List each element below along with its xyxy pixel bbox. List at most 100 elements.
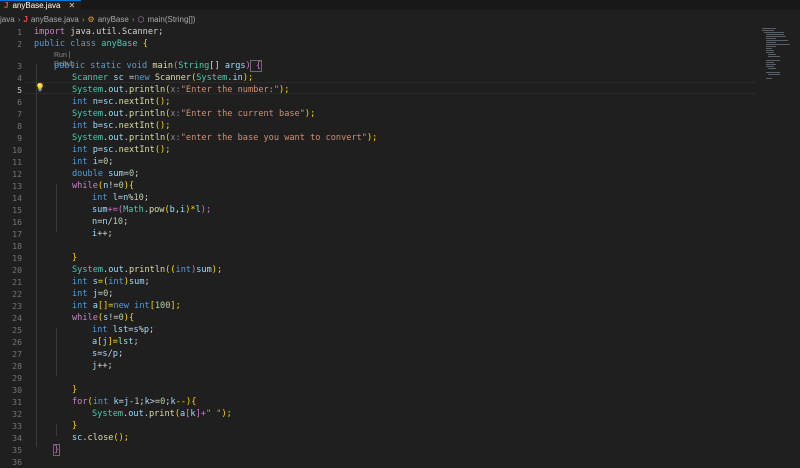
close-icon[interactable]: ✕ — [68, 1, 75, 10]
minimap-line — [766, 42, 776, 43]
minimap-line — [766, 34, 784, 35]
line-number: 7 — [17, 109, 22, 119]
line-number: 23 — [12, 301, 22, 311]
line-number: 13 — [12, 181, 22, 191]
code-line-9: System.out.println(x:"enter the base you… — [72, 133, 378, 143]
line-number: 22 — [12, 289, 22, 299]
code-line-2: public class anyBase { — [34, 39, 148, 49]
line-number: 20 — [12, 265, 22, 275]
java-file-icon: J — [4, 1, 9, 10]
line-number: 12 — [12, 169, 22, 179]
line-number: 32 — [12, 409, 22, 419]
indent-guide — [56, 424, 57, 436]
indent-guide — [36, 64, 37, 447]
code-editor[interactable]: 1 2 3 4 5 6 7 8 9 10 11 12 13 14 15 16 17 18 19 20 21 22 23 24 2… — [0, 26, 760, 467]
minimap-line — [766, 46, 776, 47]
code-line-8: int b=sc.nextInt(); — [72, 121, 171, 131]
code-line-10: int p=sc.nextInt(); — [72, 145, 171, 155]
code-line-21: int s=(int)sum; — [72, 277, 150, 287]
line-number: 2 — [17, 39, 22, 49]
line-number: 24 — [12, 313, 22, 323]
code-line-14: int l=n%10; — [92, 193, 150, 203]
line-number: 8 — [17, 121, 22, 131]
code-line-27: s=s/p; — [92, 349, 124, 359]
chevron-right-icon: › — [131, 14, 135, 24]
breadcrumb-class[interactable]: anyBase — [98, 15, 129, 24]
minimap-line — [766, 64, 776, 65]
minimap-line — [766, 44, 790, 45]
minimap-line — [762, 30, 774, 31]
minimap-line — [768, 74, 780, 75]
minimap-line — [766, 50, 774, 51]
line-number: 15 — [12, 205, 22, 215]
minimap-line — [766, 66, 774, 67]
minimap-line — [766, 40, 788, 41]
line-number: 19 — [12, 253, 22, 263]
breadcrumb-folder[interactable]: java — [0, 15, 15, 24]
line-number: 5 — [17, 85, 22, 95]
code-line-31: for(int k=j-1;k>=0;k--){ — [72, 397, 197, 407]
line-number: 18 — [12, 241, 22, 251]
tab-anybase-java[interactable]: J anyBase.java ✕ — [0, 0, 82, 10]
line-number: 4 — [17, 73, 22, 83]
line-number: 28 — [12, 361, 22, 371]
line-number: 17 — [12, 229, 22, 239]
line-number: 36 — [12, 457, 22, 467]
line-number: 29 — [12, 373, 22, 383]
line-number: 10 — [12, 145, 22, 155]
minimap-line — [762, 28, 776, 29]
breadcrumb-file[interactable]: anyBase.java — [31, 15, 79, 24]
code-line-35: } — [52, 444, 61, 456]
code-line-3: public static void main(String[] args) { — [54, 60, 263, 72]
code-line-15: sum+=(Math.pow(b,i)*l); — [92, 205, 212, 215]
code-line-25: int lst=s%p; — [92, 325, 155, 335]
code-line-26: a[j]=lst; — [92, 337, 139, 347]
code-line-22: int j=0; — [72, 289, 114, 299]
minimap-line — [764, 32, 784, 33]
code-line-23: int a[]=new int[100]; — [72, 301, 181, 311]
code-line-20: System.out.println((int)sum); — [72, 265, 223, 275]
minimap[interactable] — [760, 26, 790, 86]
java-file-icon: J — [23, 14, 28, 24]
code-line-30: } — [72, 385, 78, 395]
tab-label: anyBase.java — [12, 1, 61, 10]
line-number: 30 — [12, 385, 22, 395]
line-number: 14 — [12, 193, 22, 203]
minimap-line — [766, 52, 774, 53]
minimap-line — [766, 48, 772, 49]
code-line-33: } — [72, 421, 78, 431]
breadcrumb-method[interactable]: main(String[]) — [147, 15, 195, 24]
code-line-4: Scanner sc =new Scanner(System.in); — [72, 73, 254, 83]
code-line-5: System.out.println(x:"Enter the number:"… — [72, 85, 290, 95]
indent-guide — [56, 328, 57, 376]
code-line-7: System.out.println(x:"Enter the current … — [72, 109, 316, 119]
line-number: 27 — [12, 349, 22, 359]
code-line-11: int i=0; — [72, 157, 114, 167]
code-line-19: } — [72, 253, 78, 263]
minimap-line — [766, 38, 776, 39]
chevron-right-icon: › — [81, 14, 85, 24]
line-number: 26 — [12, 337, 22, 347]
minimap-line — [768, 68, 776, 69]
code-line-28: j++; — [92, 361, 113, 371]
code-line-13: while(n!=0){ — [72, 181, 135, 191]
code-line-16: n=n/10; — [92, 217, 129, 227]
line-number: 16 — [12, 217, 22, 227]
code-line-1: import java.util.Scanner; — [34, 27, 164, 37]
line-number: 11 — [12, 157, 22, 167]
line-number: 35 — [12, 445, 22, 455]
code-line-17: i++; — [92, 229, 113, 239]
line-number: 1 — [17, 27, 22, 37]
minimap-line — [766, 62, 774, 63]
code-line-12: double sum=0; — [72, 169, 140, 179]
code-line-34: sc.close(); — [72, 433, 129, 443]
line-number: 9 — [17, 133, 22, 143]
minimap-line — [766, 72, 780, 73]
line-number: 31 — [12, 397, 22, 407]
tab-bar: J anyBase.java ✕ — [0, 0, 800, 10]
minimap-line — [766, 36, 786, 37]
minimap-line — [768, 56, 780, 57]
line-number: 3 — [17, 61, 22, 71]
minimap-line — [768, 54, 776, 55]
line-number: 21 — [12, 277, 22, 287]
